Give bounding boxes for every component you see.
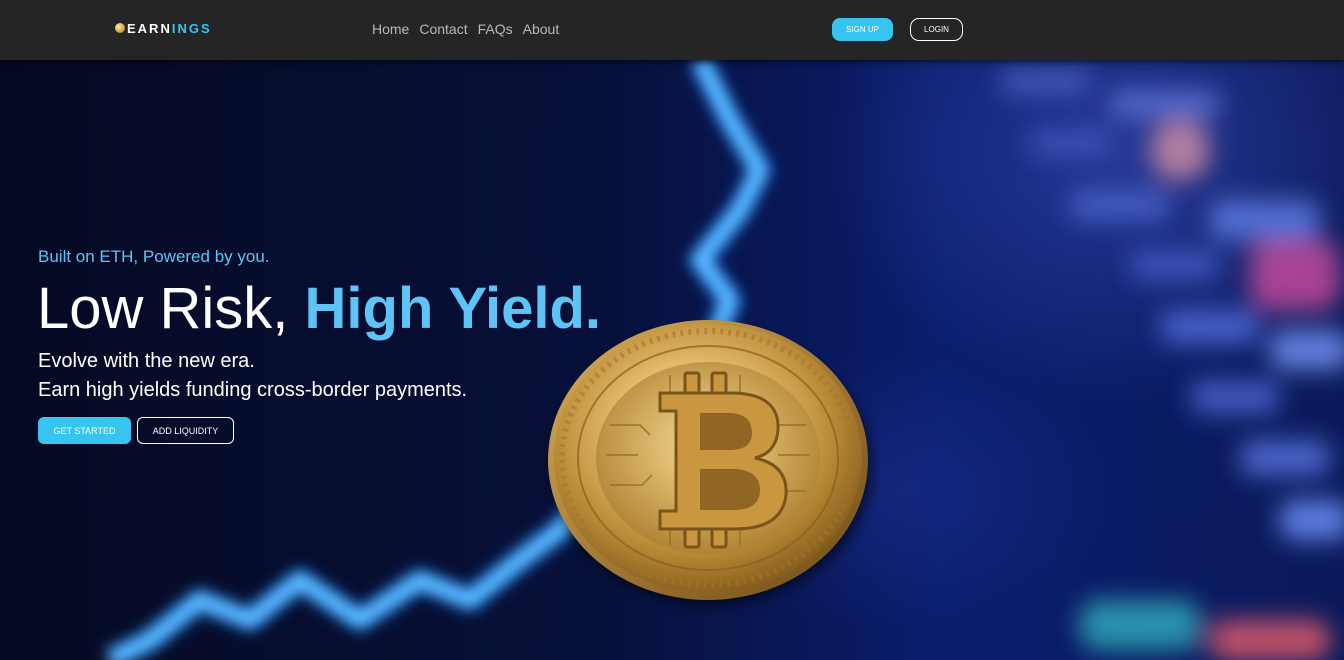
hero-tagline: Built on ETH, Powered by you. (38, 247, 270, 266)
signup-button[interactable]: SIGN UP (832, 18, 893, 41)
add-liquidity-button[interactable]: ADD LIQUIDITY (137, 417, 234, 444)
nav-link-about[interactable]: About (523, 21, 560, 37)
logo[interactable]: EARN INGS (115, 20, 212, 36)
logo-text-accent: INGS (171, 20, 212, 36)
hero-subtitle-line2: Earn high yields funding cross-border pa… (38, 379, 468, 401)
nav-link-contact[interactable]: Contact (419, 21, 467, 37)
bitcoin-coin-icon (548, 320, 872, 605)
hero-subtitle-line1: Evolve with the new era. (38, 350, 255, 372)
nav-link-home[interactable]: Home (372, 21, 409, 37)
logo-text-prefix: EARN (127, 20, 172, 36)
hero-headline: Low Risk, High Yield. (37, 272, 601, 346)
login-button[interactable]: LOGIN (910, 18, 963, 41)
get-started-button[interactable]: GET STARTED (38, 417, 131, 444)
coin-logo-icon (115, 23, 125, 33)
navbar: EARN INGS Home Contact FAQs About SIGN UP… (0, 0, 1344, 60)
nav-link-faqs[interactable]: FAQs (478, 21, 513, 37)
hero-section: Built on ETH, Powered by you. Low Risk, … (0, 60, 1344, 660)
nav-links: Home Contact FAQs About (372, 21, 559, 37)
headline-plain: Low Risk, (37, 276, 305, 341)
